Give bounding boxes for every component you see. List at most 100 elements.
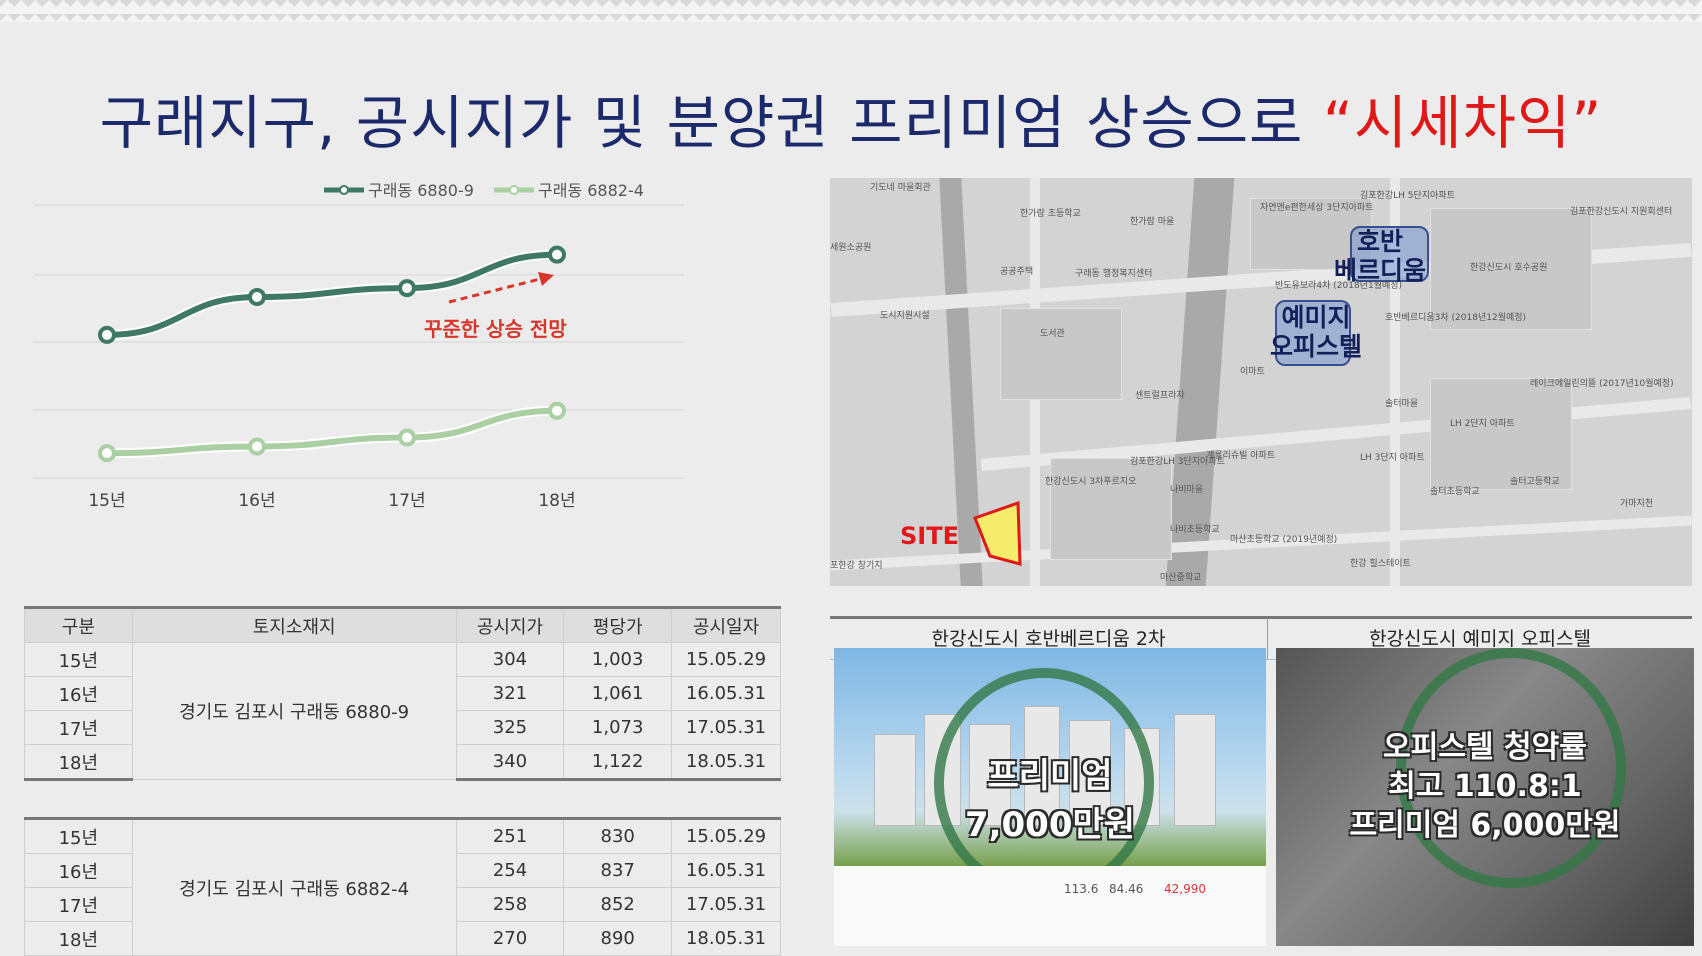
map-label: 한가람 초등학교 xyxy=(1020,209,1081,219)
subscription-overlay-line1: 오피스텔 청약률 xyxy=(1383,730,1587,765)
map-label: 한강 힐스테이트 xyxy=(1350,559,1411,569)
map-label: 솔터고등학교 xyxy=(1510,477,1560,487)
price-line-chart: 구래동 6880-9 구래동 6882-4 15년 16년 17년 18년 꾸준한 상승 전… xyxy=(34,181,684,511)
cell-price: 304 xyxy=(455,642,565,677)
cell-pyeong: 1,061 xyxy=(563,676,673,711)
cell-date: 16.05.31 xyxy=(671,676,781,711)
map-label: 나비초등학교 xyxy=(1170,525,1220,535)
premium-overlay-line1: 프리미엄 xyxy=(987,756,1113,796)
cell-pyeong: 1,073 xyxy=(563,710,673,745)
strip-number: 113.6 xyxy=(1064,882,1099,896)
cell-pyeong: 1,003 xyxy=(563,642,673,677)
table-row: 15년 경기도 김포시 구래동 6880-9 304 1,003 15.05.2… xyxy=(24,642,781,780)
trend-arrow-head xyxy=(538,272,554,286)
col-header-date: 공시일자 xyxy=(671,606,781,643)
cell-pyeong: 890 xyxy=(563,921,673,956)
series-line-halo xyxy=(102,405,562,459)
x-tick-label: 18년 xyxy=(538,491,575,511)
cell-date: 18.05.31 xyxy=(671,744,781,781)
page-title: 구래지구, 공시지가 및 분양권 프리미엄 상승으로 “시세차익” xyxy=(0,76,1702,160)
yemiji-label-line1: 예미지 xyxy=(1281,303,1351,332)
col-header-pyeong: 평당가 xyxy=(563,606,673,643)
map-label: 한강신도시 3차푸르지오 xyxy=(1045,477,1137,487)
data-point xyxy=(398,279,416,298)
data-point xyxy=(548,401,566,420)
strip-number: 84.46 xyxy=(1109,882,1144,896)
cell-pyeong: 852 xyxy=(563,887,673,922)
legend-marker xyxy=(509,185,519,195)
data-point xyxy=(98,444,116,463)
cell-year: 17년 xyxy=(24,710,133,745)
cell-date: 17.05.31 xyxy=(671,710,781,745)
area-map: 기도네 마을회관 한가람 초등학교 한가람 마을 자연앤e편한세상 3단지아파트… xyxy=(830,178,1692,586)
yemiji-label-line2: 오피스텔 xyxy=(1270,331,1363,361)
x-tick-label: 17년 xyxy=(388,491,425,511)
cell-price: 251 xyxy=(455,817,565,854)
cell-year: 16년 xyxy=(24,676,133,711)
yemiji-photo: 오피스텔 청약률 최고 110.8:1 프리미엄 6,000만원 xyxy=(1276,648,1694,946)
cell-price: 258 xyxy=(455,887,565,922)
site-label: SITE xyxy=(900,522,959,550)
map-label: 공공주택 xyxy=(1000,267,1034,277)
trend-annotation: 꾸준한 상승 전망 xyxy=(424,317,567,341)
price-table: 구분 토지소재지 공시지가 평당가 공시일자 15년 경기도 김포시 구래동 6… xyxy=(24,606,781,781)
col-header-location: 토지소재지 xyxy=(131,606,457,643)
col-header-year: 구분 xyxy=(24,606,133,643)
cell-date: 15.05.29 xyxy=(671,642,781,677)
map-label: 자연앤e편한세상 3단지아파트 xyxy=(1260,203,1374,213)
title-main: 구래지구, 공시지가 및 분양권 프리미엄 상승으로 xyxy=(99,89,1323,157)
cell-location: 경기도 김포시 구래동 6882-4 xyxy=(131,817,457,956)
premium-overlay: 프리미엄 7,000만원 xyxy=(834,748,1266,846)
cell-location: 경기도 김포시 구래동 6880-9 xyxy=(131,642,457,780)
hoban-label-line2: 베르디움 xyxy=(1334,255,1427,285)
cell-price: 325 xyxy=(455,710,565,745)
map-label: 솔터초등학교 xyxy=(1430,487,1480,497)
map-label: 마산초등학교 (2019년예정) xyxy=(1230,535,1338,545)
cell-year: 15년 xyxy=(24,642,133,677)
map-label: 김포한강신도시 지원회센터 xyxy=(1570,207,1673,217)
title-highlight: “시세차익” xyxy=(1322,89,1603,157)
cell-year: 18년 xyxy=(24,744,133,781)
map-label: 이마트 xyxy=(1240,367,1265,377)
cell-year: 16년 xyxy=(24,853,133,888)
map-block xyxy=(1000,308,1122,400)
map-label: 포한강 창기지 xyxy=(830,561,883,571)
cell-date: 15.05.29 xyxy=(671,817,781,854)
subscription-overlay: 오피스텔 청약률 최고 110.8:1 프리미엄 6,000만원 xyxy=(1276,728,1694,845)
legend-marker xyxy=(339,185,349,195)
cell-date: 18.05.31 xyxy=(671,921,781,956)
map-label: 세원소공원 xyxy=(830,243,872,253)
cell-price: 340 xyxy=(455,744,565,781)
map-label: 호반베르디움3차 (2018년12월예정) xyxy=(1385,313,1527,323)
cell-pyeong: 1,122 xyxy=(563,744,673,781)
data-point xyxy=(248,437,266,456)
x-tick-label: 15년 xyxy=(88,491,125,511)
x-tick-label: 16년 xyxy=(238,491,275,511)
map-label: 센트럴프라자 xyxy=(1135,391,1185,401)
subscription-overlay-line2: 최고 110.8:1 xyxy=(1388,769,1582,804)
data-point xyxy=(548,245,566,264)
map-label: 레이크에일린의뜰 (2017년10월예정) xyxy=(1530,379,1674,389)
top-zigzag-border xyxy=(0,0,1702,22)
subscription-overlay-line3: 프리미엄 6,000만원 xyxy=(1349,808,1621,843)
cell-price: 270 xyxy=(455,921,565,956)
map-label: 기도네 마을회관 xyxy=(870,183,931,193)
map-label: 마산중학교 xyxy=(1160,573,1202,583)
hoban-photo: 프리미엄 7,000만원 113.6 84.46 42,990 xyxy=(834,648,1266,946)
yemiji-label: 예미지 오피스텔 xyxy=(1270,303,1363,362)
cell-price: 254 xyxy=(455,853,565,888)
table-row: 15년 경기도 김포시 구래동 6882-4 251 830 15.05.29 xyxy=(24,817,781,956)
map-label: 나비마을 xyxy=(1170,485,1204,495)
cell-year: 18년 xyxy=(24,921,133,956)
cell-date: 17.05.31 xyxy=(671,887,781,922)
map-label: 도서관 xyxy=(1040,329,1065,339)
map-label: 한가람 마을 xyxy=(1130,217,1175,227)
map-label: 도시지원시설 xyxy=(880,311,930,321)
map-label: 가마지천 xyxy=(1620,499,1654,509)
legend-label: 구래동 6880-9 xyxy=(368,181,474,200)
strip-price: 42,990 xyxy=(1164,882,1206,896)
hoban-label: 호반 베르디움 xyxy=(1334,227,1427,286)
cell-date: 16.05.31 xyxy=(671,853,781,888)
price-table-2: 15년 경기도 김포시 구래동 6882-4 251 830 15.05.29 … xyxy=(24,817,781,956)
premium-overlay-line2: 7,000만원 xyxy=(964,805,1136,845)
